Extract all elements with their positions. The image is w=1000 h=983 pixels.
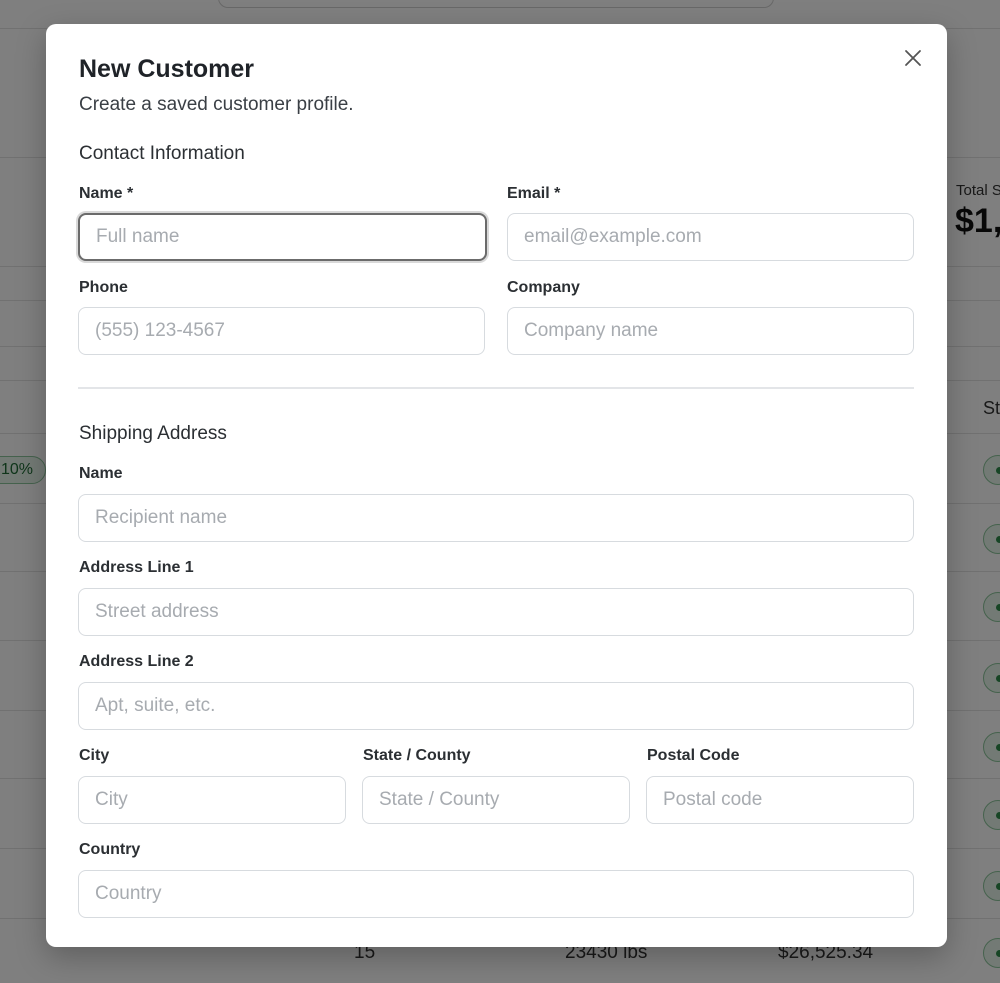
country-label: Country bbox=[79, 841, 141, 858]
company-input[interactable] bbox=[507, 307, 914, 355]
close-button[interactable] bbox=[901, 46, 925, 70]
full-name-input[interactable] bbox=[78, 213, 487, 261]
phone-label: Phone bbox=[79, 279, 128, 296]
shipping-section-title: Shipping Address bbox=[79, 423, 227, 444]
country-input[interactable] bbox=[78, 870, 914, 918]
modal-subtitle: Create a saved customer profile. bbox=[79, 94, 354, 115]
address-line-2-input[interactable] bbox=[78, 682, 914, 730]
recipient-name-input[interactable] bbox=[78, 494, 914, 542]
modal-title: New Customer bbox=[79, 55, 255, 83]
state-county-label: State / County bbox=[363, 747, 471, 764]
city-input[interactable] bbox=[78, 776, 346, 824]
postal-code-label: Postal Code bbox=[647, 747, 740, 764]
contact-section-title: Contact Information bbox=[79, 143, 245, 164]
state-county-input[interactable] bbox=[362, 776, 630, 824]
city-label: City bbox=[79, 747, 110, 764]
address-line-1-label: Address Line 1 bbox=[79, 559, 194, 576]
address-line-1-input[interactable] bbox=[78, 588, 914, 636]
address-line-2-label: Address Line 2 bbox=[79, 653, 194, 670]
company-label: Company bbox=[507, 279, 580, 296]
close-icon bbox=[905, 50, 921, 66]
section-divider bbox=[78, 387, 914, 389]
new-customer-modal: New Customer Create a saved customer pro… bbox=[46, 24, 947, 947]
recipient-name-label: Name bbox=[79, 465, 123, 482]
name-label: Name * bbox=[79, 185, 134, 202]
postal-code-input[interactable] bbox=[646, 776, 914, 824]
phone-input[interactable] bbox=[78, 307, 485, 355]
email-input[interactable] bbox=[507, 213, 914, 261]
email-label: Email * bbox=[507, 185, 561, 202]
